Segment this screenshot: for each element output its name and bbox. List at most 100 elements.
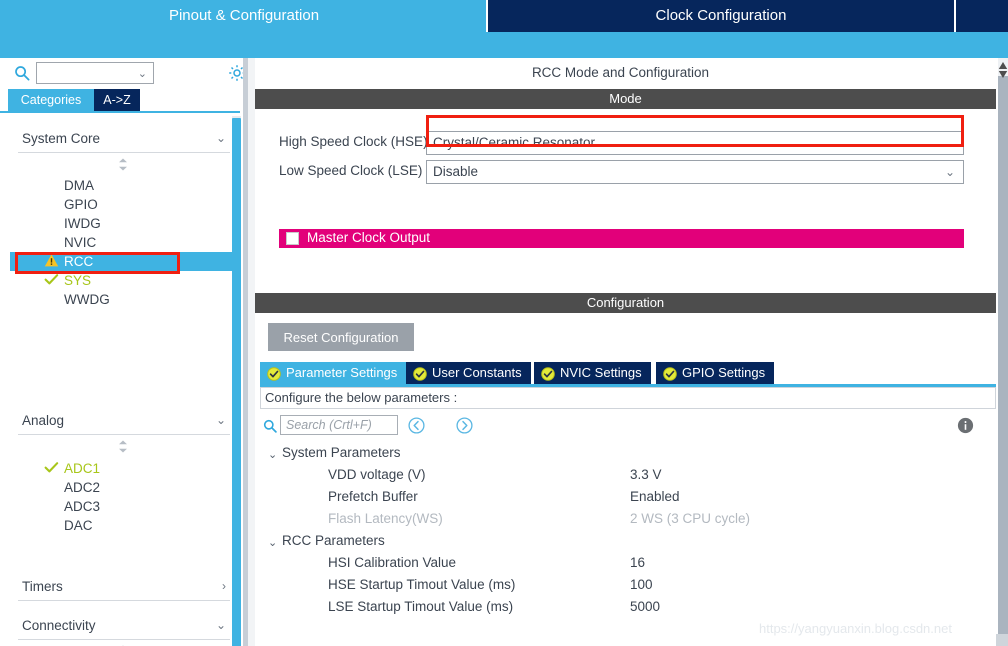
left-sidebar: ⌄ Categories A->Z System Core ⌄ DMA GPIO… (0, 58, 248, 646)
scroll-up-button[interactable] (998, 58, 1008, 69)
sidebar-item-label: NVIC (64, 235, 97, 250)
chevron-down-icon[interactable]: ⌄ (268, 448, 277, 461)
sidebar-item-dma[interactable]: DMA (10, 176, 222, 195)
tab-pinout-configuration[interactable]: Pinout & Configuration (0, 0, 488, 32)
chevron-down-icon[interactable]: ⌄ (268, 536, 277, 549)
sidebar-group-header-analog[interactable]: Analog ⌄ (18, 410, 230, 434)
sidebar-item-label: WWDG (64, 292, 110, 307)
scroll-spinner-icon[interactable] (116, 440, 130, 453)
tab-separator-1 (486, 0, 488, 32)
tab-user-constants[interactable]: User Constants (406, 362, 531, 384)
sidebar-tabs: Categories A->Z (0, 89, 248, 111)
row-high-speed-clock: High Speed Clock (HSE) Crystal/Ceramic R… (255, 131, 996, 155)
sidebar-group-header-timers[interactable]: Timers › (18, 576, 230, 600)
sidebar-item-label: IWDG (64, 216, 101, 231)
sidebar-group-header-system-core[interactable]: System Core ⌄ (18, 128, 230, 152)
chevron-down-icon: ⌄ (944, 136, 955, 150)
scroll-spinner-icon[interactable] (116, 158, 130, 171)
chevron-right-icon: › (222, 579, 226, 593)
sidebar-group-analog: Analog ⌄ ADC1 ADC2 ADC3 DAC (18, 410, 230, 533)
parameter-value: 100 (630, 577, 653, 592)
reset-configuration-button[interactable]: Reset Configuration (268, 323, 414, 351)
parameter-name: Flash Latency(WS) (328, 511, 443, 526)
chevron-down-icon: ⌄ (215, 618, 226, 632)
sidebar-tab-categories[interactable]: Categories (8, 89, 94, 111)
parameter-value: 2 WS (3 CPU cycle) (630, 511, 751, 526)
sidebar-search-combo[interactable]: ⌄ (36, 62, 154, 84)
parameter-name: HSE Startup Timout Value (ms) (328, 577, 516, 592)
chevron-down-icon: ⌄ (137, 68, 147, 80)
configuration-section: Reset Configuration Parameter Settings U… (255, 313, 996, 646)
parameters-tree: ⌄ System Parameters VDD voltage (V) 3.3 … (260, 445, 996, 645)
tab-nvic-settings[interactable]: NVIC Settings (534, 362, 651, 384)
cubemx-window: Pinout & Configuration Clock Configurati… (0, 0, 1008, 646)
lse-dropdown[interactable]: Disable ⌄ (426, 160, 964, 184)
sidebar-item-label: SYS (64, 273, 92, 288)
tab-separator-2 (954, 0, 956, 32)
page-title: RCC Mode and Configuration (255, 58, 986, 88)
tab-parameter-settings[interactable]: Parameter Settings (260, 362, 407, 384)
sidebar-scrollbar-thumb[interactable] (232, 118, 241, 646)
parameter-search-row: Search (Crtl+F) (260, 415, 996, 441)
sidebar-group-system-core: System Core ⌄ DMA GPIO IWDG NVIC RCC SYS… (10, 128, 236, 307)
sidebar-group-title: Analog (22, 413, 65, 428)
next-match-button[interactable] (456, 417, 473, 434)
master-clock-output-row[interactable]: Master Clock Output (279, 229, 964, 248)
parameter-name: VDD voltage (V) (328, 467, 426, 482)
sidebar-tab-az[interactable]: A->Z (94, 89, 140, 111)
parameter-search-placeholder: Search (Crtl+F) (286, 418, 372, 432)
sidebar-group-connectivity: Connectivity ⌄ CAN FSMC (18, 615, 230, 646)
sidebar-item-label: GPIO (64, 197, 98, 212)
sidebar-tab-underline (0, 111, 240, 113)
scroll-down-button[interactable] (998, 67, 1008, 78)
sidebar-item-sys[interactable]: SYS (10, 271, 222, 290)
master-clock-output-label: Master Clock Output (307, 230, 431, 245)
rcc-configuration-panel: RCC Mode and Configuration Mode High Spe… (255, 58, 1008, 646)
parameter-value: 5000 (630, 599, 661, 614)
tab-gpio-settings[interactable]: GPIO Settings (656, 362, 775, 384)
tab-third[interactable] (956, 0, 1008, 32)
configuration-section-header: Configuration (255, 293, 996, 313)
lse-label: Low Speed Clock (LSE) (279, 163, 423, 178)
sidebar-item-label: ADC3 (64, 499, 101, 514)
parameter-value: 16 (630, 555, 646, 570)
parameter-name: LSE Startup Timout Value (ms) (328, 599, 514, 614)
sidebar-item-dac[interactable]: DAC (10, 516, 222, 535)
mode-section: High Speed Clock (HSE) Crystal/Ceramic R… (255, 109, 996, 291)
check-circle-icon (541, 366, 555, 381)
main-scrollbar-thumb[interactable] (998, 76, 1008, 646)
sidebar-group-title: Connectivity (22, 618, 96, 633)
check-icon (44, 460, 59, 475)
sidebar-item-wwdg[interactable]: WWDG (10, 290, 222, 309)
sidebar-item-iwdg[interactable]: IWDG (10, 214, 222, 233)
sidebar-item-gpio[interactable]: GPIO (10, 195, 222, 214)
check-circle-icon (663, 366, 677, 381)
parameter-name: HSI Calibration Value (328, 555, 457, 570)
parameter-search-input[interactable]: Search (Crtl+F) (280, 415, 398, 435)
sidebar-group-timers: Timers › (18, 576, 230, 601)
hse-dropdown[interactable]: Crystal/Ceramic Resonator ⌄ (426, 131, 964, 155)
tab-clock-configuration[interactable]: Clock Configuration (488, 0, 954, 32)
sidebar-group-header-connectivity[interactable]: Connectivity ⌄ (18, 615, 230, 639)
search-icon (263, 419, 277, 433)
sidebar-item-label: DMA (64, 178, 94, 193)
sidebar-item-rcc[interactable]: RCC (10, 252, 236, 271)
info-icon[interactable] (957, 417, 974, 434)
previous-match-button[interactable] (408, 417, 425, 434)
tab-label: Parameter Settings (286, 365, 398, 380)
tab-label: User Constants (432, 365, 522, 380)
master-clock-output-checkbox[interactable] (286, 232, 299, 245)
warning-icon (44, 253, 59, 268)
check-icon (44, 272, 59, 287)
sidebar-item-adc3[interactable]: ADC3 (10, 497, 222, 516)
divider (18, 434, 230, 435)
resize-corner[interactable] (996, 634, 1008, 646)
sidebar-item-adc1[interactable]: ADC1 (10, 459, 222, 478)
sidebar-item-label: RCC (64, 254, 94, 269)
sidebar-item-nvic[interactable]: NVIC (10, 233, 222, 252)
divider (18, 600, 230, 601)
tree-node-label: RCC Parameters (282, 533, 385, 548)
sidebar-item-adc2[interactable]: ADC2 (10, 478, 222, 497)
configure-parameters-text: Configure the below parameters : (265, 390, 458, 405)
sidebar-item-label: DAC (64, 518, 93, 533)
